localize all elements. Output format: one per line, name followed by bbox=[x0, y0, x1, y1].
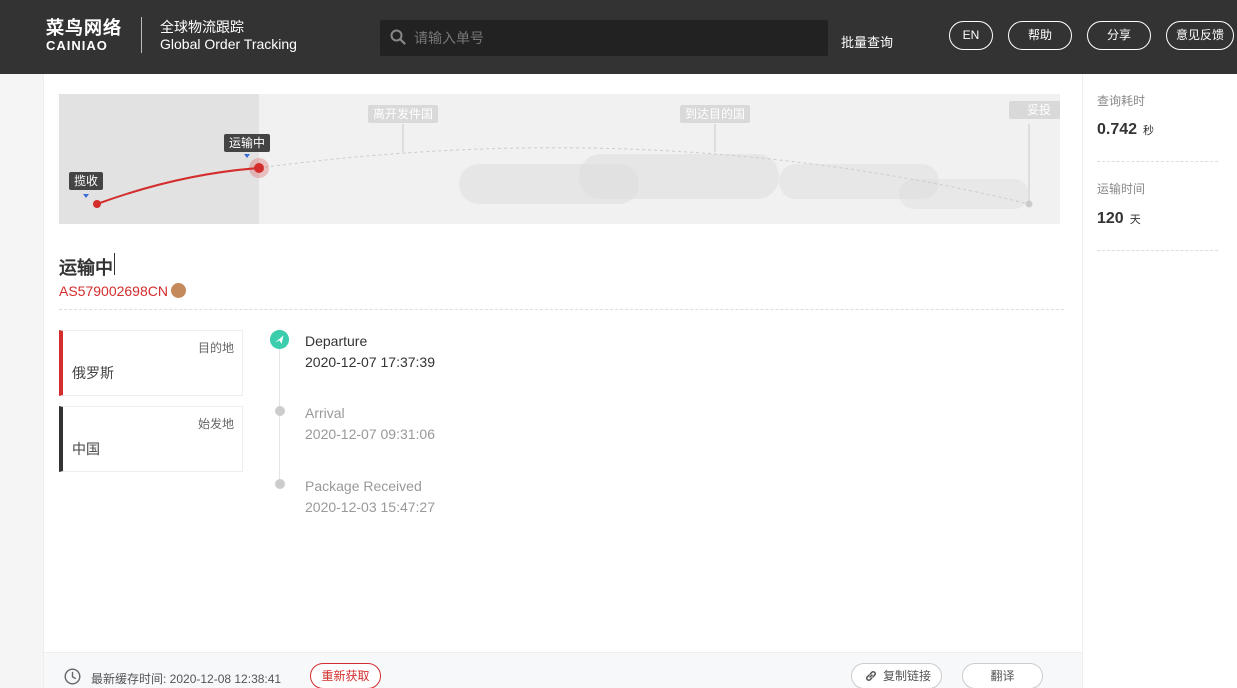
world-map-dots bbox=[459, 154, 1029, 209]
timeline-line bbox=[279, 346, 280, 486]
current-point bbox=[254, 163, 264, 173]
query-time-unit: 秒 bbox=[1143, 125, 1155, 137]
transit-time-unit: 天 bbox=[1129, 214, 1141, 226]
feedback-button[interactable]: 意见反馈 bbox=[1166, 21, 1234, 50]
transit-time-label: 运输时间 bbox=[1097, 182, 1146, 196]
translate-button[interactable]: 翻译 bbox=[962, 663, 1043, 688]
destination-card: 目的地 俄罗斯 bbox=[59, 330, 243, 396]
share-button[interactable]: 分享 bbox=[1087, 21, 1151, 50]
origin-value: 中国 bbox=[72, 441, 100, 457]
tracking-number[interactable]: AS579002698CN bbox=[59, 283, 168, 299]
batch-query-link[interactable]: 批量查询 bbox=[841, 32, 893, 51]
pickup-point bbox=[93, 200, 101, 208]
stats-divider bbox=[1097, 161, 1218, 162]
language-en-button[interactable]: EN bbox=[949, 21, 993, 50]
text-cursor bbox=[114, 253, 115, 275]
origin-card: 始发地 中国 bbox=[59, 406, 243, 472]
tracking-search-input[interactable] bbox=[414, 20, 814, 56]
timeline-dot bbox=[275, 406, 285, 416]
copy-link-button[interactable]: 复制链接 bbox=[851, 663, 942, 688]
stage-leave-origin-label: 离开发件国 bbox=[368, 105, 439, 123]
event-title: Arrival bbox=[305, 405, 345, 421]
query-time-label: 查询耗时 bbox=[1097, 94, 1146, 108]
event-time: 2020-12-03 15:47:27 bbox=[305, 499, 435, 515]
section-divider bbox=[59, 309, 1064, 310]
emoji-face-icon[interactable] bbox=[171, 283, 186, 298]
timeline-dot bbox=[275, 479, 285, 489]
stage-in-transit-label: 运输中 bbox=[224, 134, 271, 152]
site-title-en: Global Order Tracking bbox=[160, 36, 297, 52]
stage-delivered-label: 妥投 bbox=[1009, 101, 1060, 119]
route-map-graphic bbox=[83, 124, 1033, 209]
site-title-cn: 全球物流跟踪 bbox=[160, 19, 244, 35]
copy-link-label: 复制链接 bbox=[883, 669, 932, 683]
clock-icon bbox=[64, 668, 81, 685]
origin-label: 始发地 bbox=[197, 417, 234, 431]
tracking-detail-panel: 揽收 运输中 离开发件国 到达目的国 妥投 运输中 AS579002698CN … bbox=[43, 74, 1083, 688]
stage-arrive-destination-label: 到达目的国 bbox=[680, 105, 751, 123]
stats-panel: 查询耗时 0.742 秒 运输时间 120 天 bbox=[1083, 74, 1237, 688]
status-title: 运输中 bbox=[59, 258, 113, 278]
logo-divider bbox=[141, 17, 142, 53]
help-button[interactable]: 帮助 bbox=[1008, 21, 1072, 50]
top-header: 菜鸟网络 CAINIAO 全球物流跟踪 Global Order Trackin… bbox=[0, 0, 1237, 74]
query-time-value: 0.742 秒 bbox=[1097, 121, 1154, 139]
stage-pickup-label: 揽收 bbox=[69, 172, 104, 190]
transit-time-number: 120 bbox=[1097, 210, 1124, 227]
detail-footer: 最新缓存时间: 2020-12-08 12:38:41 重新获取 复制链接 翻译 bbox=[44, 652, 1082, 688]
airplane-icon bbox=[270, 330, 289, 349]
search-icon bbox=[390, 29, 406, 45]
link-icon bbox=[866, 671, 876, 681]
logo-en-text: CAINIAO bbox=[46, 38, 108, 53]
traveled-route-line bbox=[96, 167, 260, 205]
stats-divider bbox=[1097, 250, 1218, 251]
route-map: 揽收 运输中 离开发件国 到达目的国 妥投 bbox=[59, 94, 1060, 224]
event-title: Departure bbox=[305, 333, 368, 349]
event-time: 2020-12-07 09:31:06 bbox=[305, 426, 435, 442]
search-box bbox=[380, 20, 828, 56]
event-time: 2020-12-07 17:37:39 bbox=[305, 354, 435, 370]
delivered-point bbox=[1025, 200, 1033, 208]
cache-time-text: 最新缓存时间: 2020-12-08 12:38:41 bbox=[91, 672, 282, 686]
site-title: 全球物流跟踪 Global Order Tracking bbox=[160, 19, 297, 53]
query-time-number: 0.742 bbox=[1097, 121, 1138, 138]
transit-time-value: 120 天 bbox=[1097, 210, 1141, 228]
refresh-button[interactable]: 重新获取 bbox=[310, 663, 381, 688]
destination-value: 俄罗斯 bbox=[72, 365, 114, 381]
destination-label: 目的地 bbox=[197, 341, 234, 355]
logo-cn-text: 菜鸟网络 bbox=[46, 18, 122, 38]
event-title: Package Received bbox=[305, 478, 422, 494]
cainiao-logo[interactable]: 菜鸟网络 CAINIAO bbox=[46, 18, 122, 54]
